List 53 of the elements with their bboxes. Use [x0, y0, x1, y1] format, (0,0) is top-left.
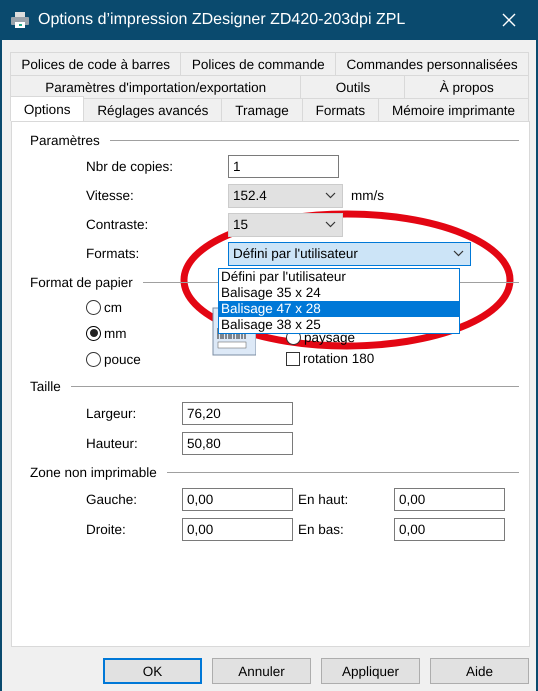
tab[interactable]: Options	[10, 96, 84, 121]
field-label: Vitesse:	[86, 188, 135, 203]
input-field[interactable]: 50,80	[182, 432, 293, 454]
tab[interactable]: Mémoire imprimante	[378, 98, 529, 121]
dropdown-option[interactable]: Balisage 47 x 28	[219, 301, 459, 317]
dropdown[interactable]: 152.4	[228, 184, 343, 208]
input-field[interactable]: 76,20	[182, 402, 293, 424]
printer-icon	[10, 11, 30, 29]
field-label: En haut:	[298, 492, 350, 506]
dialog-button[interactable]: Annuler	[212, 658, 311, 684]
window-title: Options d’impression ZDesigner ZD420-203dpi ZPL	[38, 11, 406, 29]
dialog-button[interactable]: OK	[103, 658, 202, 684]
close-icon[interactable]	[502, 13, 516, 27]
dialog-button[interactable]: Appliquer	[321, 658, 420, 684]
chevron-down-icon	[453, 250, 464, 257]
dropdown[interactable]: 15	[228, 212, 343, 236]
field-label: Formats:	[86, 246, 140, 261]
radio-button[interactable]	[86, 300, 101, 314]
dropdown[interactable]: Défini par l'utilisateur	[228, 242, 471, 266]
field-label: Hauteur:	[86, 436, 139, 450]
tab[interactable]: Réglages avancés	[83, 98, 222, 121]
tab[interactable]: Polices de code à barres	[10, 52, 182, 75]
tab[interactable]: À propos	[404, 75, 529, 98]
dialog-button[interactable]: Aide	[430, 658, 529, 684]
field-label: Largeur:	[86, 406, 138, 420]
section-title: Zone non imprimable	[30, 464, 157, 480]
field-label: Contraste:	[86, 217, 150, 232]
field-label: Gauche:	[86, 492, 138, 506]
radio-button[interactable]	[86, 326, 101, 340]
chevron-down-icon	[325, 221, 336, 228]
tab[interactable]: Commandes personnalisées	[335, 52, 529, 75]
radio-label: cm	[104, 300, 122, 314]
tab[interactable]: Paramètres d'importation/exportation	[10, 75, 302, 98]
input-field[interactable]: 0,00	[394, 488, 505, 510]
option-label: rotation 180	[303, 351, 374, 366]
chevron-down-icon	[325, 192, 336, 199]
input-field[interactable]: 1	[228, 155, 339, 178]
section-title: Taille	[30, 378, 61, 394]
radio-label: pouce	[104, 352, 141, 366]
tab[interactable]: Tramage	[221, 98, 303, 121]
field-label: En bas:	[298, 522, 345, 536]
unit-label: mm/s	[351, 188, 384, 203]
radio-label: mm	[104, 326, 126, 340]
section-title: Format de papier	[30, 274, 133, 290]
field-label: Nbr de copies:	[86, 159, 174, 174]
section-title: Paramètres	[30, 132, 100, 148]
input-field[interactable]: 0,00	[182, 518, 293, 540]
input-field[interactable]: 0,00	[394, 518, 505, 540]
option-label: paysage	[304, 330, 356, 345]
checkbox[interactable]	[286, 352, 300, 366]
radio-button[interactable]	[86, 352, 101, 366]
input-field[interactable]: 0,00	[182, 488, 293, 510]
field-label: Droite:	[86, 522, 127, 536]
